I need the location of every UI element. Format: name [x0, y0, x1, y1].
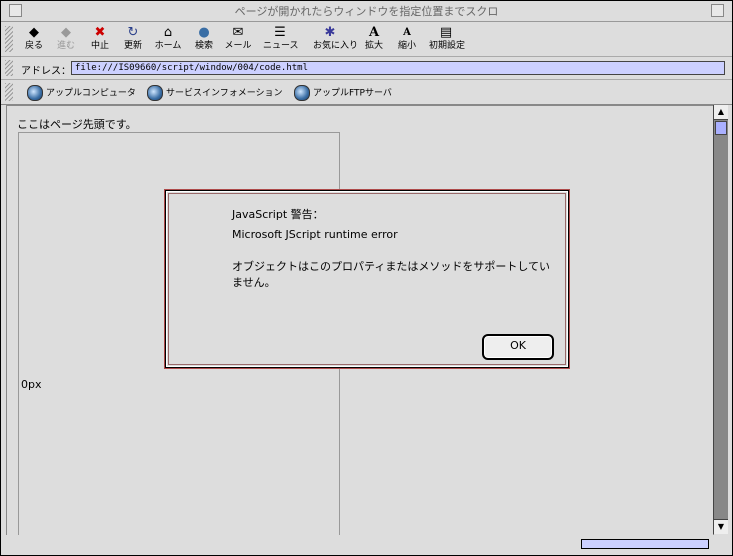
favorite-service-information[interactable]: サービスインフォメーション: [147, 85, 283, 101]
progress-bar: [581, 539, 709, 549]
globe-icon: [147, 85, 163, 101]
javascript-alert-dialog: JavaScript 警告： Microsoft JScript runtime…: [165, 190, 569, 368]
reload-icon: ↻: [127, 25, 139, 40]
home-button[interactable]: ⌂ ホーム: [151, 25, 185, 55]
vertical-scrollbar[interactable]: ▲ ▼: [713, 105, 728, 534]
scroll-up-icon[interactable]: ▲: [714, 105, 728, 120]
title-bar[interactable]: ページが開かれたらウィンドウを指定位置までスクロ: [1, 1, 732, 22]
news-button[interactable]: ☰ ニュース: [263, 25, 299, 55]
forward-arrow-icon: ◆: [61, 25, 71, 40]
reload-button[interactable]: ↻ 更新: [116, 25, 150, 55]
address-grip[interactable]: [5, 60, 13, 76]
dialog-title: JavaScript 警告：: [232, 208, 324, 221]
mail-icon: ✉: [232, 25, 244, 40]
forward-button[interactable]: ◆ 進む: [49, 25, 83, 55]
globe-icon: [294, 85, 310, 101]
favorites-icon: ✱: [324, 25, 336, 40]
favorites-grip[interactable]: [5, 83, 13, 101]
favorite-apple-computer[interactable]: アップルコンピュータ: [27, 85, 136, 101]
search-button[interactable]: ● 検索: [187, 25, 221, 55]
back-button[interactable]: ◆ 戻る: [17, 25, 51, 55]
favorite-apple-ftp[interactable]: アップルFTPサーバ: [294, 85, 392, 101]
text-smaller-button[interactable]: A 縮小: [390, 25, 424, 55]
stop-icon: ✖: [94, 25, 106, 40]
favorites-bar: アップルコンピュータ サービスインフォメーション アップルFTPサーバ: [1, 80, 732, 105]
page-heading: ここはページ先頭です。: [17, 118, 137, 131]
favorites-button[interactable]: ✱ お気に入り: [313, 25, 358, 55]
text-larger-button[interactable]: A 拡大: [357, 25, 391, 55]
toolbar: ◆ 戻る ◆ 進む ✖ 中止 ↻ 更新 ⌂ ホーム ● 検索 ✉ メール ☰ ニ: [1, 22, 732, 57]
news-icon: ☰: [274, 25, 286, 40]
preferences-button[interactable]: ▤ 初期設定: [429, 25, 465, 55]
offset-label: 0px: [21, 378, 42, 391]
zoom-box[interactable]: [711, 4, 724, 17]
text-larger-icon: A: [368, 25, 380, 40]
scroll-down-icon[interactable]: ▼: [714, 519, 728, 534]
scroll-thumb[interactable]: [715, 121, 727, 135]
dialog-error: Microsoft JScript runtime error: [232, 228, 398, 241]
address-label: アドレス：: [21, 66, 71, 77]
search-globe-icon: ●: [198, 25, 210, 40]
address-bar: アドレス： file:///IS09660/script/window/004/…: [1, 57, 732, 80]
preferences-icon: ▤: [439, 25, 453, 40]
ok-button[interactable]: OK: [482, 334, 554, 360]
mail-button[interactable]: ✉ メール: [221, 25, 255, 55]
address-input[interactable]: file:///IS09660/script/window/004/code.h…: [71, 61, 725, 75]
toolbar-grip[interactable]: [5, 26, 13, 52]
globe-icon: [27, 85, 43, 101]
text-smaller-icon: A: [403, 27, 411, 38]
back-arrow-icon: ◆: [29, 25, 39, 40]
dialog-message: オブジェクトはこのプロパティまたはメソッドをサポートしていません。: [232, 260, 551, 289]
window-title: ページが開かれたらウィンドウを指定位置までスクロ: [234, 5, 499, 18]
home-icon: ⌂: [163, 25, 173, 40]
browser-window: ページが開かれたらウィンドウを指定位置までスクロ ◆ 戻る ◆ 進む ✖ 中止 …: [0, 0, 733, 556]
stop-button[interactable]: ✖ 中止: [83, 25, 117, 55]
